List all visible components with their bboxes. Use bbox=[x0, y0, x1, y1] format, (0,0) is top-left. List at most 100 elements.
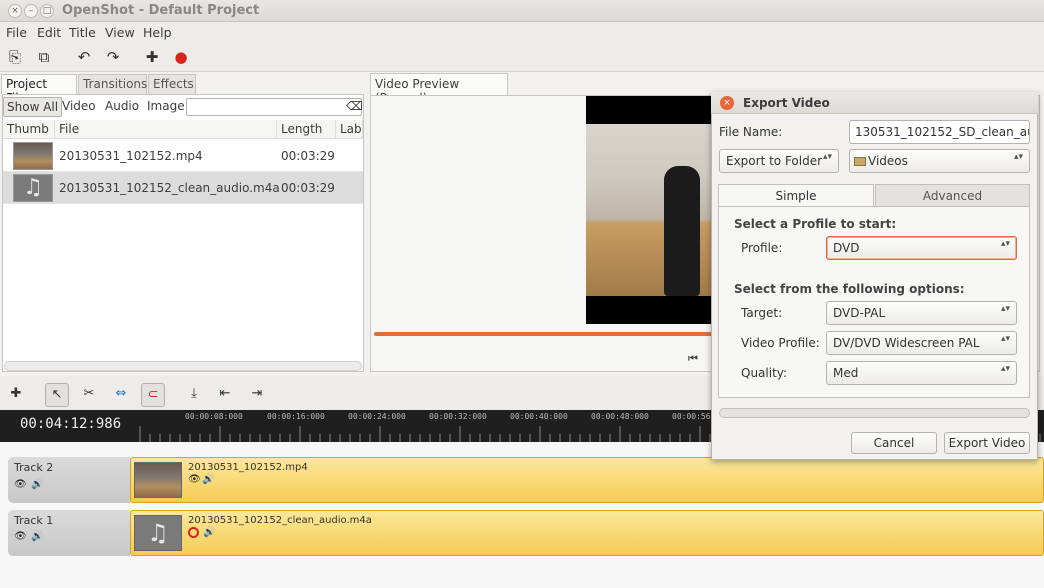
tick-label: 00:00:40:000 bbox=[510, 412, 568, 421]
export-icon[interactable]: ⧉ bbox=[34, 47, 54, 67]
window-title: OpenShot - Default Project bbox=[62, 3, 260, 18]
muted-speaker-icon[interactable]: 🔊 bbox=[202, 474, 214, 485]
clip-name: 20130531_102152.mp4 bbox=[188, 462, 308, 473]
menu-view[interactable]: View bbox=[105, 25, 135, 40]
chevron-updown-icon: ▴▾ bbox=[822, 152, 832, 162]
column-file[interactable]: File bbox=[55, 120, 277, 139]
section-options-heading: Select from the following options: bbox=[734, 282, 965, 296]
eye-icon[interactable]: 👁 bbox=[14, 531, 27, 542]
section-profile-heading: Select a Profile to start: bbox=[734, 217, 897, 231]
table-row[interactable]: ♫ 20130531_102152_clean_audio.m4a 00:03:… bbox=[3, 172, 363, 204]
tick-label: 00:00:08:000 bbox=[185, 412, 243, 421]
tab-video-preview[interactable]: Video Preview (Paused) bbox=[370, 73, 508, 105]
video-profile-value: DV/DVD Widescreen PAL bbox=[833, 336, 980, 350]
video-subject bbox=[664, 166, 700, 296]
add-icon[interactable]: ✚ bbox=[142, 47, 162, 67]
filter-image[interactable]: Image bbox=[144, 97, 188, 117]
folder-value: Videos bbox=[868, 154, 908, 168]
file-name-label: File Name: bbox=[719, 125, 783, 139]
tab-advanced[interactable]: Advanced bbox=[875, 184, 1030, 206]
add-track-icon[interactable]: ✚ bbox=[4, 383, 28, 407]
jump-end-icon[interactable]: ⇥ bbox=[245, 383, 269, 407]
file-name-field[interactable]: 130531_102152_SD_clean_audio bbox=[849, 120, 1030, 144]
filter-video[interactable]: Video bbox=[59, 97, 99, 117]
quality-dropdown[interactable]: Med ▴▾ bbox=[826, 361, 1017, 385]
video-thumbnail bbox=[13, 142, 53, 170]
undo-icon[interactable]: ↶ bbox=[74, 47, 94, 67]
record-icon[interactable]: ● bbox=[171, 47, 191, 67]
dialog-title: Export Video bbox=[743, 96, 830, 110]
column-label[interactable]: Labe bbox=[336, 120, 363, 139]
chevron-updown-icon: ▴▾ bbox=[1013, 152, 1023, 162]
table-row[interactable]: 20130531_102152.mp4 00:03:29 bbox=[3, 140, 363, 172]
redo-icon[interactable]: ↷ bbox=[103, 47, 123, 67]
column-thumb[interactable]: Thumb bbox=[3, 120, 55, 139]
chevron-updown-icon: ▴▾ bbox=[1000, 364, 1010, 374]
tab-project-files[interactable]: Project Files bbox=[1, 74, 77, 105]
add-marker-icon[interactable]: ⤓ bbox=[182, 383, 206, 407]
clear-search-icon[interactable]: ⌫ bbox=[346, 99, 363, 113]
speaker-icon[interactable]: 🔊 bbox=[203, 527, 215, 538]
chevron-updown-icon: ▴▾ bbox=[1000, 304, 1010, 314]
cancel-button[interactable]: Cancel bbox=[851, 432, 937, 454]
maximize-window-button[interactable]: □ bbox=[40, 4, 54, 18]
video-profile-label: Video Profile: bbox=[741, 336, 820, 350]
target-value: DVD-PAL bbox=[833, 306, 886, 320]
resize-icon[interactable]: ⇔ bbox=[109, 383, 133, 407]
folder-icon bbox=[854, 157, 866, 166]
export-progress-bar bbox=[719, 408, 1030, 418]
export-to-folder-dropdown[interactable]: Export to Folder ▴▾ bbox=[719, 149, 839, 173]
eye-icon[interactable]: 👁 bbox=[188, 474, 201, 485]
track-name: Track 1 bbox=[14, 514, 54, 527]
video-frame bbox=[586, 96, 718, 324]
hidden-video-icon[interactable] bbox=[188, 527, 199, 538]
column-length[interactable]: Length bbox=[277, 120, 336, 139]
target-label: Target: bbox=[741, 306, 783, 320]
speaker-icon[interactable]: 🔊 bbox=[31, 531, 43, 542]
menu-edit[interactable]: Edit bbox=[37, 25, 61, 40]
minimize-window-button[interactable]: – bbox=[24, 4, 38, 18]
export-to-folder-value: Export to Folder bbox=[726, 154, 823, 168]
tick-label: 00:00:16:000 bbox=[267, 412, 325, 421]
clip-thumbnail bbox=[134, 462, 182, 498]
profile-dropdown[interactable]: DVD ▴▾ bbox=[826, 236, 1017, 260]
menu-file[interactable]: File bbox=[6, 25, 27, 40]
profile-value: DVD bbox=[833, 241, 860, 255]
clip-audio-icon: ♫ bbox=[134, 515, 182, 551]
export-video-button[interactable]: Export Video bbox=[944, 432, 1030, 454]
chevron-updown-icon: ▴▾ bbox=[1000, 239, 1010, 249]
file-length: 00:03:29 bbox=[281, 181, 335, 195]
tab-simple[interactable]: Simple bbox=[718, 184, 874, 206]
filter-show-all[interactable]: Show All bbox=[3, 97, 63, 117]
import-files-icon[interactable]: ⎘ bbox=[5, 47, 25, 67]
dialog-close-icon[interactable]: × bbox=[720, 96, 734, 110]
horizontal-scrollbar[interactable] bbox=[4, 361, 362, 371]
tab-effects[interactable]: Effects bbox=[148, 74, 196, 94]
tick-label: 00:00:32:000 bbox=[429, 412, 487, 421]
file-name: 20130531_102152_clean_audio.m4a bbox=[59, 181, 280, 195]
close-window-button[interactable]: × bbox=[8, 4, 22, 18]
filter-audio[interactable]: Audio bbox=[102, 97, 142, 117]
menu-title[interactable]: Title bbox=[69, 25, 96, 40]
jump-start-icon[interactable]: ⇤ bbox=[213, 383, 237, 407]
select-icon[interactable]: ↖ bbox=[45, 383, 69, 407]
target-dropdown[interactable]: DVD-PAL ▴▾ bbox=[826, 301, 1017, 325]
jump-start-icon[interactable]: ⏮ bbox=[688, 352, 698, 366]
search-input[interactable] bbox=[186, 98, 362, 116]
razor-icon[interactable]: ✂ bbox=[77, 383, 101, 407]
video-profile-dropdown[interactable]: DV/DVD Widescreen PAL ▴▾ bbox=[826, 331, 1017, 355]
clip-name: 20130531_102152_clean_audio.m4a bbox=[188, 515, 372, 526]
profile-label: Profile: bbox=[741, 241, 783, 255]
video-image bbox=[586, 124, 718, 296]
file-name: 20130531_102152.mp4 bbox=[59, 149, 203, 163]
tab-transitions[interactable]: Transitions bbox=[78, 74, 147, 94]
track-name: Track 2 bbox=[14, 461, 54, 474]
playback-progress[interactable] bbox=[374, 332, 712, 336]
menu-help[interactable]: Help bbox=[143, 25, 172, 40]
speaker-icon[interactable]: 🔊 bbox=[31, 479, 43, 490]
folder-dropdown[interactable]: Videos ▴▾ bbox=[849, 149, 1030, 173]
snap-magnet-icon[interactable]: ⊂ bbox=[141, 383, 165, 407]
eye-icon[interactable]: 👁 bbox=[14, 479, 27, 490]
chevron-updown-icon: ▴▾ bbox=[1000, 334, 1010, 344]
audio-thumbnail-icon: ♫ bbox=[13, 174, 53, 202]
